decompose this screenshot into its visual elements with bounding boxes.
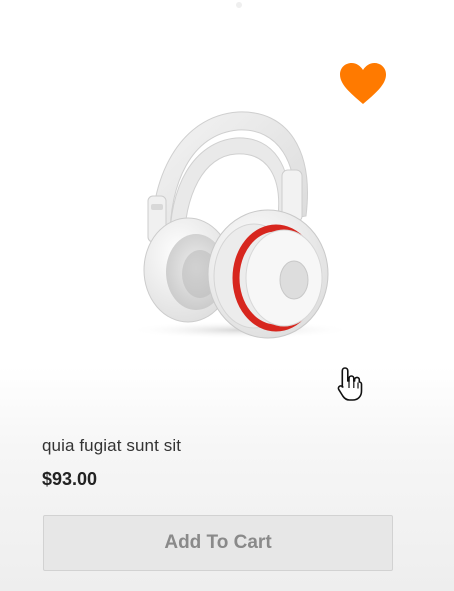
product-name[interactable]: quia fugiat sunt sit (42, 436, 181, 456)
add-to-cart-button[interactable]: Add To Cart (43, 515, 393, 571)
carousel-indicator (236, 2, 242, 8)
product-price: $93.00 (42, 469, 98, 489)
hand-pointer-cursor (337, 366, 363, 402)
product-image[interactable] (118, 98, 368, 348)
product-card: quia fugiat sunt sit $93.00 Add To Cart (0, 0, 454, 591)
headphones-product-image (128, 111, 352, 339)
